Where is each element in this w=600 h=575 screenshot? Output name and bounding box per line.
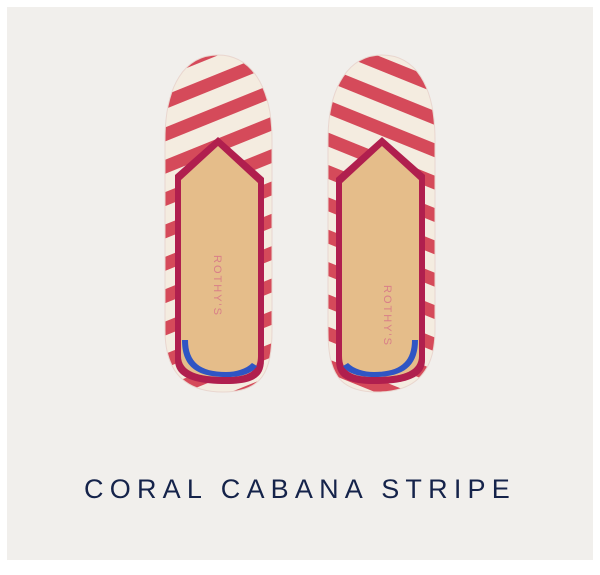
left-shoe: ROTHY'S <box>164 54 273 393</box>
right-brand-mark: ROTHY'S <box>381 285 393 347</box>
left-brand-mark: ROTHY'S <box>211 255 223 317</box>
right-shoe: ROTHY'S <box>327 54 436 393</box>
product-name: CORAL CABANA STRIPE <box>84 474 516 504</box>
